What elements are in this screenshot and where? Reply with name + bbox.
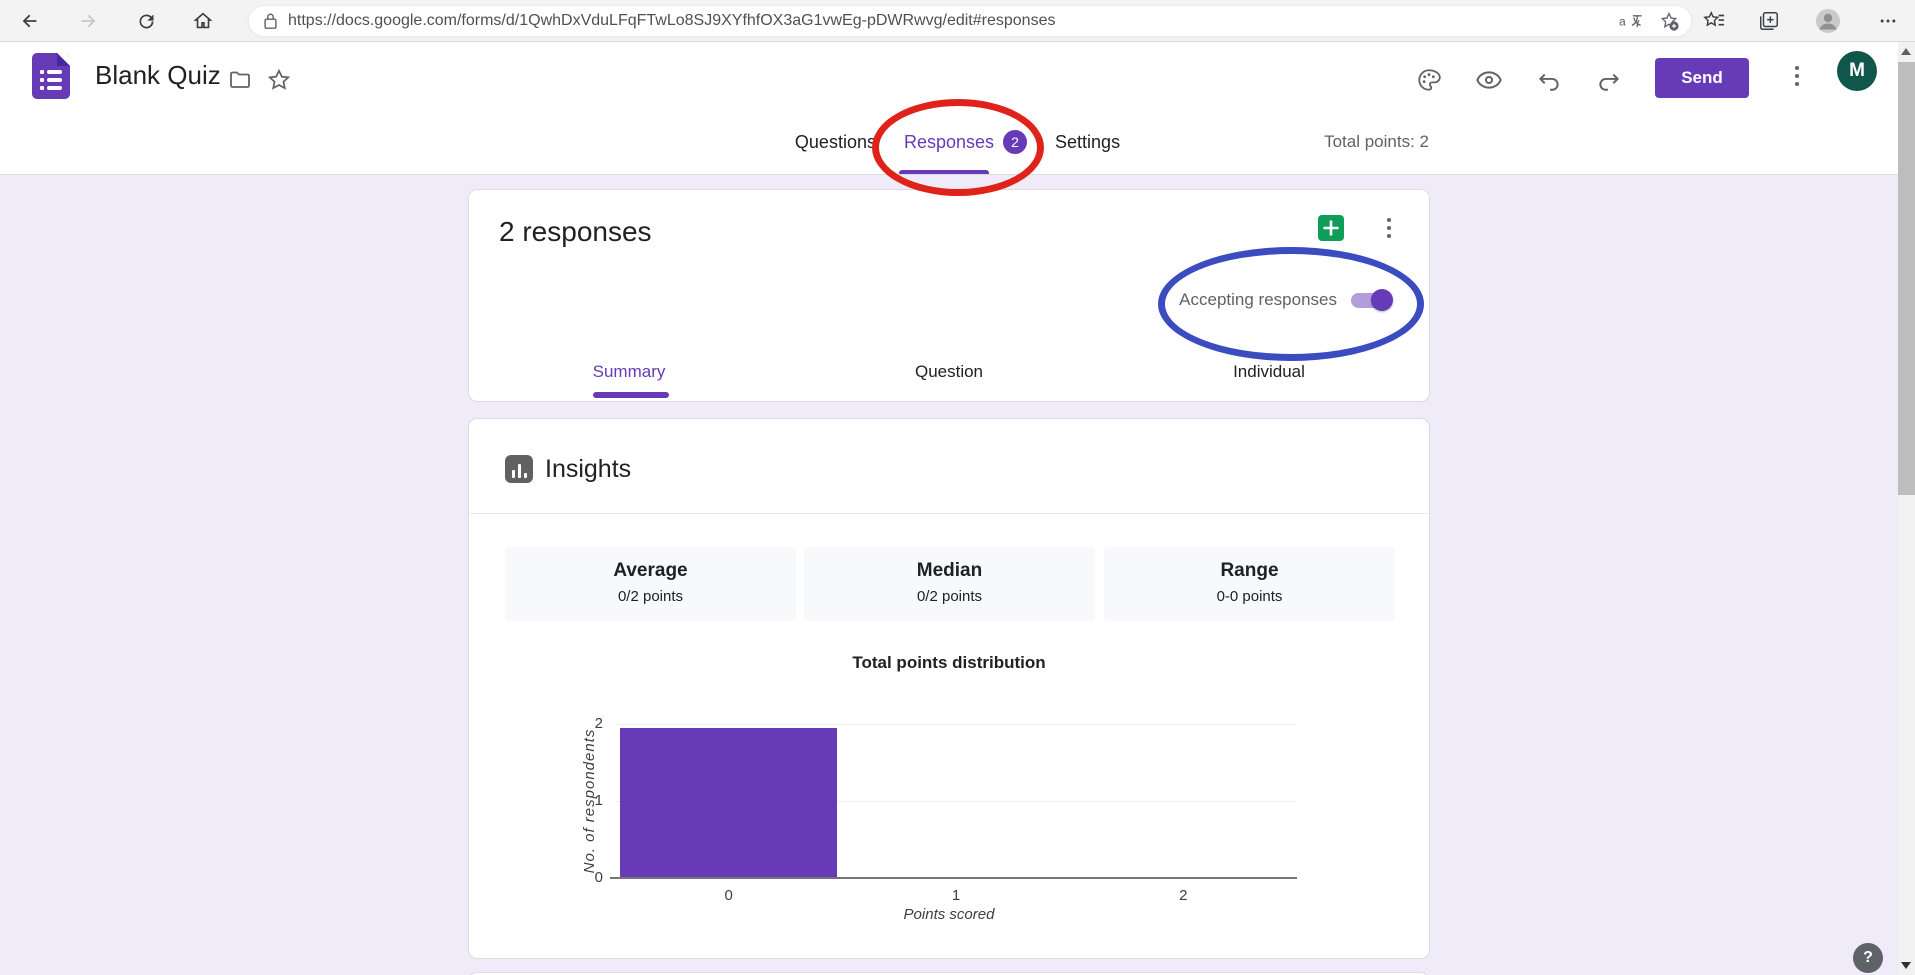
logo-fold-shadow — [57, 53, 70, 66]
theme-palette-icon[interactable] — [1412, 63, 1446, 97]
chart-x-tick-label: 2 — [1153, 887, 1213, 904]
responses-count-title: 2 responses — [499, 216, 652, 248]
chart-gridline — [615, 724, 1297, 725]
forward-icon[interactable] — [71, 0, 105, 42]
insights-title: Insights — [545, 455, 631, 484]
chart-y-tick-label: 1 — [573, 792, 603, 809]
responses-more-menu-icon[interactable] — [1377, 210, 1401, 246]
screen: https://docs.google.com/forms/d/1QwhDxVd… — [0, 0, 1915, 975]
subtab-individual[interactable]: Individual — [1109, 343, 1429, 401]
toggle-knob — [1371, 289, 1393, 311]
forms-logo[interactable] — [32, 53, 70, 99]
refresh-icon[interactable] — [129, 0, 163, 42]
tab-settings[interactable]: Settings — [1055, 132, 1120, 153]
chart-bar — [620, 728, 837, 878]
insights-chart-icon — [505, 455, 533, 483]
divider — [469, 513, 1429, 514]
send-button[interactable]: Send — [1655, 58, 1749, 98]
page-content: 2 responses Accepting responses Summary … — [0, 175, 1915, 975]
accepting-responses-label: Accepting responses — [1179, 290, 1337, 310]
stat-average: Average 0/2 points — [505, 547, 796, 621]
stat-value: 0-0 points — [1104, 588, 1395, 605]
help-button[interactable]: ? — [1853, 943, 1883, 973]
address-bar[interactable]: https://docs.google.com/forms/d/1QwhDxVd… — [248, 5, 1692, 37]
tab-questions-label: Questions — [795, 132, 876, 153]
stat-label: Range — [1104, 560, 1395, 582]
tab-responses-label: Responses — [904, 132, 994, 153]
main-tabs-row: Questions Responses 2 Settings Total poi… — [0, 110, 1915, 175]
scrollbar-up-arrow-icon[interactable] — [1901, 48, 1911, 55]
stat-median: Median 0/2 points — [804, 547, 1095, 621]
chart-y-tick-label: 2 — [573, 715, 603, 732]
responses-card: 2 responses Accepting responses Summary … — [468, 189, 1430, 402]
document-title[interactable]: Blank Quiz — [95, 60, 221, 91]
home-icon[interactable] — [186, 0, 220, 42]
subtab-active-indicator — [593, 392, 669, 398]
tab-settings-label: Settings — [1055, 132, 1120, 153]
accepting-responses-toggle[interactable] — [1351, 293, 1391, 308]
translate-icon[interactable]: a — [1619, 12, 1645, 30]
move-folder-icon[interactable] — [223, 63, 257, 97]
chart-x-tick-label: 1 — [926, 887, 986, 904]
add-favorite-icon[interactable] — [1659, 11, 1679, 31]
stat-label: Average — [505, 560, 796, 582]
svg-text:a: a — [1619, 14, 1626, 28]
back-icon[interactable] — [13, 0, 47, 42]
responses-count-badge: 2 — [1003, 130, 1027, 154]
stat-range: Range 0-0 points — [1104, 547, 1395, 621]
scrollbar — [1898, 42, 1915, 975]
chart-plot — [615, 724, 1297, 878]
tab-questions[interactable]: Questions — [795, 132, 876, 153]
scrollbar-down-arrow-icon[interactable] — [1901, 962, 1911, 969]
subtab-question[interactable]: Question — [789, 343, 1109, 401]
chart-title: Total points distribution — [469, 653, 1429, 673]
stat-label: Median — [804, 560, 1095, 582]
insights-card: Insights Average 0/2 points Median 0/2 p… — [468, 418, 1430, 959]
stat-value: 0/2 points — [804, 588, 1095, 605]
collections-icon[interactable] — [1752, 0, 1786, 42]
browser-toolbar: https://docs.google.com/forms/d/1QwhDxVd… — [0, 0, 1915, 42]
star-icon[interactable] — [262, 63, 296, 97]
preview-eye-icon[interactable] — [1472, 63, 1506, 97]
favorites-icon[interactable] — [1697, 0, 1731, 42]
chart-x-tick-label: 0 — [699, 887, 759, 904]
accepting-responses-control: Accepting responses — [1179, 290, 1391, 310]
lock-icon — [263, 12, 278, 30]
undo-icon[interactable] — [1532, 63, 1566, 97]
stat-value: 0/2 points — [505, 588, 796, 605]
sheets-icon[interactable] — [1317, 214, 1345, 242]
total-points-label: Total points: 2 — [1324, 110, 1429, 174]
forms-header: Blank Quiz Send M — [0, 42, 1915, 110]
chart-x-axis-label: Points scored — [469, 906, 1429, 923]
settings-menu-icon[interactable] — [1871, 0, 1905, 42]
account-avatar[interactable]: M — [1837, 51, 1877, 91]
tab-responses[interactable]: Responses 2 — [904, 130, 1027, 154]
more-menu-icon[interactable] — [1785, 58, 1809, 94]
chart-y-tick-label: 0 — [573, 869, 603, 886]
scrollbar-thumb[interactable] — [1898, 62, 1915, 495]
profile-icon[interactable] — [1811, 0, 1845, 42]
redo-icon[interactable] — [1592, 63, 1626, 97]
active-tab-indicator — [899, 170, 989, 174]
chart-x-axis-line — [610, 877, 1297, 879]
url-text[interactable]: https://docs.google.com/forms/d/1QwhDxVd… — [288, 12, 1619, 30]
